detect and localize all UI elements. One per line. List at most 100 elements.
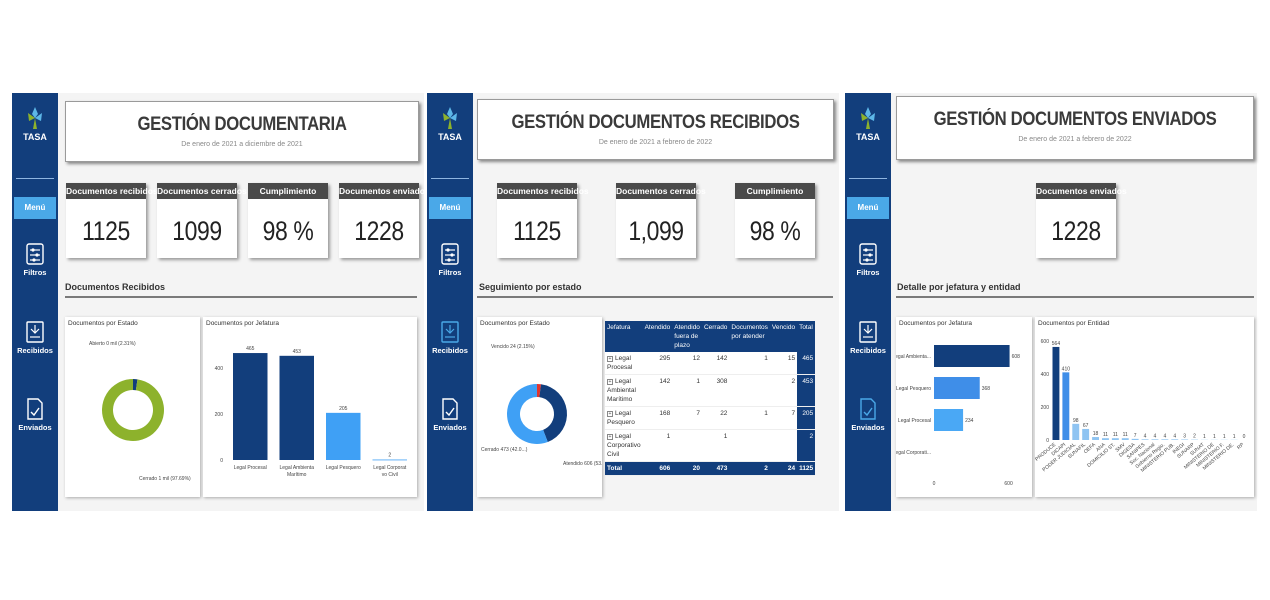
- x-tick-label: Legal Ambienta: [280, 465, 315, 471]
- kpi-value: 1228: [354, 216, 404, 246]
- kpi-card-cumplimiento: Cumplimiento 98 %: [735, 183, 815, 258]
- nav-enviados[interactable]: Enviados: [427, 398, 473, 432]
- bar-value-label: 7: [1134, 433, 1137, 439]
- tasa-logo-icon: [443, 107, 457, 129]
- expand-icon[interactable]: +: [607, 379, 613, 385]
- table-row[interactable]: + Legal Ambiental Marítimo 142 1 308 2 45…: [605, 374, 816, 407]
- table-row[interactable]: + Legal Pesquero 168 7 22 1 7 205: [605, 406, 816, 430]
- logo-text: TASA: [23, 132, 47, 142]
- nav-filtros[interactable]: Filtros: [427, 243, 473, 277]
- menu-button[interactable]: Menú: [429, 197, 471, 219]
- col-cerrado[interactable]: Cerrado: [701, 321, 730, 352]
- nav-enviados[interactable]: Enviados: [845, 398, 891, 432]
- nav-recibidos[interactable]: Recibidos: [427, 321, 473, 355]
- horizontal-bar-chart: Legal Ambienta... 608 Legal Pesquero 368 Leg…: [896, 345, 1021, 487]
- expand-icon[interactable]: +: [607, 434, 613, 440]
- col-vencido[interactable]: Vencido: [769, 321, 798, 352]
- bar-chart: 400 200 0 465 Legal Procesal 453 Legal Ambient…: [215, 346, 407, 478]
- dashboard-documentos-recibidos: TASA Menú Filtros Recibidos Enviados GES…: [427, 93, 839, 511]
- cell: 12: [672, 352, 702, 375]
- x-tick-label: RP: [1236, 442, 1246, 451]
- table-row[interactable]: + Legal Procesal 295 12 142 1 15 465: [605, 352, 816, 375]
- nav-recibidos[interactable]: Recibidos: [845, 321, 891, 355]
- kpi-label: Cumplimiento: [248, 183, 328, 199]
- y-tick-label: 200: [215, 412, 224, 418]
- bar-value-label: 67: [1083, 423, 1089, 429]
- sidebar-divider: [431, 178, 469, 179]
- cell: 1125: [797, 461, 816, 476]
- nav-enviados-label: Enviados: [18, 423, 52, 432]
- col-atendido-fuera[interactable]: Atendido fuera de plazo: [672, 321, 702, 352]
- col-jefatura[interactable]: Jefatura: [605, 321, 643, 352]
- nav-recibidos-label: Recibidos: [432, 346, 468, 355]
- y-tick-label: 0: [220, 458, 223, 464]
- expand-icon[interactable]: +: [607, 411, 613, 417]
- bar-value-label: 608: [1012, 354, 1021, 360]
- kpi-card-cumplimiento: Cumplimiento 98 %: [248, 183, 328, 258]
- page-header: GESTIÓN DOCUMENTOS RECIBIDOS De enero de…: [477, 99, 834, 160]
- cell: 473: [701, 461, 730, 476]
- col-por-atender[interactable]: Documentos por atender: [729, 321, 770, 352]
- y-tick-label: 400: [215, 366, 224, 372]
- section-divider: [65, 296, 417, 298]
- kpi-value: 98 %: [749, 216, 801, 246]
- table-row[interactable]: + Legal Corporativo Civil 1 1 2: [605, 429, 816, 462]
- kpi-value: 1125: [513, 216, 561, 246]
- cell: 7: [769, 406, 798, 430]
- nav-enviados-label: Enviados: [851, 423, 885, 432]
- bar: [1072, 423, 1080, 440]
- cell: 295: [642, 352, 673, 375]
- nav-recibidos[interactable]: Recibidos: [12, 321, 58, 355]
- bar-value-label: 11: [1103, 432, 1108, 438]
- expand-icon[interactable]: +: [607, 356, 613, 362]
- page-title: GESTIÓN DOCUMENTARIA: [137, 114, 347, 135]
- col-total[interactable]: Total: [797, 321, 816, 352]
- bar-value-label: 2: [388, 453, 391, 459]
- donut-card: Documentos por Estado Abierto 0 mil (2.3…: [65, 317, 200, 497]
- bar: [1062, 372, 1070, 440]
- nav-filtros[interactable]: Filtros: [845, 243, 891, 277]
- kpi-label: Cumplimiento: [735, 183, 815, 199]
- sidebar: TASA Menú Filtros Recibidos Enviados: [12, 93, 58, 511]
- bar: [233, 353, 268, 460]
- cell: [729, 429, 770, 462]
- kpi-card-cerrados: Documentos cerrados 1099: [157, 183, 247, 258]
- kpi-value: 1,099: [628, 216, 684, 246]
- kpi-card-recibidos: Documentos recibidos 1125: [497, 183, 589, 258]
- menu-button[interactable]: Menú: [847, 197, 889, 219]
- bar-value-label: 0: [1243, 434, 1246, 440]
- cell: [769, 429, 798, 462]
- cell-total: 453: [797, 374, 816, 407]
- bar-value-label: 11: [1123, 432, 1128, 438]
- nav-recibidos-label: Recibidos: [17, 346, 53, 355]
- col-atendido[interactable]: Atendido: [642, 321, 673, 352]
- bar: [1171, 439, 1179, 440]
- bar: [934, 345, 1010, 367]
- bar-value-label: 18: [1093, 431, 1099, 437]
- filters-icon: [441, 243, 459, 265]
- vbar-card: Documentos por Entidad 600 400 200 0 564 PROD…: [1035, 317, 1254, 497]
- menu-button[interactable]: Menú: [14, 197, 56, 219]
- bar: [1141, 439, 1149, 440]
- section-title: Seguimiento por estado: [479, 282, 582, 292]
- section-title: Detalle por jefatura y entidad: [897, 282, 1021, 292]
- bar-value-label: 368: [982, 386, 991, 392]
- bar-value-label: 1: [1223, 434, 1226, 440]
- y-tick-label: 400: [1041, 372, 1050, 378]
- sidebar: TASA Menú Filtros Recibidos Enviados: [845, 93, 891, 511]
- nav-enviados[interactable]: Enviados: [12, 398, 58, 432]
- x-tick-label: Legal Pesquero: [326, 465, 361, 471]
- cell-total: 465: [797, 352, 816, 375]
- bar-value-label: 1: [1233, 434, 1236, 440]
- nav-filtros[interactable]: Filtros: [12, 243, 58, 277]
- x-tick-label: Marítimo: [287, 472, 307, 478]
- sent-document-icon: [27, 398, 43, 420]
- bar: [1131, 438, 1139, 440]
- table-total-row: Total 606 20 473 2 24 1125: [605, 461, 816, 476]
- jefatura-table: Jefatura Atendido Atendido fuera de plaz…: [605, 321, 816, 476]
- entity-bar-chart: 6004002000564PRODUCE410DICAPI98PODER JUD…: [1035, 339, 1246, 474]
- bar-value-label: 1: [1213, 434, 1216, 440]
- page-header: GESTIÓN DOCUMENTOS ENVIADOS De enero de …: [896, 96, 1254, 160]
- bar: [934, 409, 964, 431]
- tasa-logo: TASA: [427, 105, 473, 142]
